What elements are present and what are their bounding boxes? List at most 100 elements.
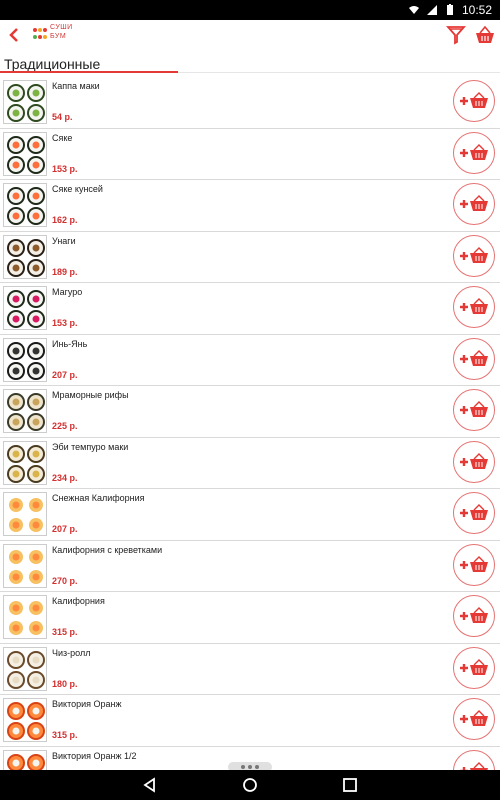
product-row[interactable]: Чиз-ролл 180 р. <box>0 644 500 695</box>
add-to-cart-icon <box>460 298 488 314</box>
product-image <box>3 337 47 382</box>
product-row[interactable]: Калифорния с креветками 270 р. <box>0 541 500 592</box>
status-time: 10:52 <box>461 3 492 17</box>
product-name: Сяке кунсей <box>52 184 103 194</box>
add-to-cart-button[interactable] <box>453 131 495 174</box>
product-image <box>3 543 47 588</box>
add-to-cart-button[interactable] <box>453 440 495 483</box>
product-list: Каппа маки 54 р. Сяке 153 р. Сяке кунсей <box>0 77 500 798</box>
product-image <box>3 492 47 536</box>
product-image <box>3 234 47 279</box>
add-to-cart-icon <box>460 246 488 263</box>
product-image <box>3 183 47 227</box>
add-to-cart-icon <box>460 658 488 675</box>
product-price: 54 р. <box>52 112 73 122</box>
product-row[interactable]: Виктория Оранж 315 р. <box>0 695 500 747</box>
product-price: 270 р. <box>52 575 78 586</box>
product-name: Каппа маки <box>52 81 100 91</box>
product-row[interactable]: Снежная Калифорния 207 р. <box>0 489 500 541</box>
filter-icon <box>446 26 466 45</box>
product-row[interactable]: Мраморные рифы 225 р. <box>0 386 500 438</box>
app-logo: СУШИ БУМ <box>32 24 84 46</box>
add-to-cart-button[interactable] <box>453 234 495 277</box>
product-name: Инь-Янь <box>52 338 88 349</box>
product-price: 315 р. <box>52 730 78 740</box>
add-to-cart-icon <box>460 452 488 469</box>
product-name: Калифорния <box>52 596 105 606</box>
navigation-bar <box>0 770 500 800</box>
product-price: 162 р. <box>52 215 78 225</box>
product-name: Мраморные рифы <box>52 390 129 400</box>
product-name: Виктория Оранж <box>52 699 122 709</box>
product-image <box>3 286 47 330</box>
add-to-cart-button[interactable] <box>453 543 495 586</box>
back-button[interactable] <box>4 22 24 48</box>
product-name: Чиз-ролл <box>52 647 91 658</box>
product-price: 207 р. <box>52 524 78 534</box>
add-to-cart-icon <box>460 710 488 726</box>
product-row[interactable]: Эби темпуро маки 234 р. <box>0 438 500 489</box>
add-to-cart-button[interactable] <box>453 286 495 328</box>
product-name: Магуро <box>52 287 83 297</box>
nav-home-icon[interactable] <box>241 776 259 794</box>
add-to-cart-button[interactable] <box>453 646 495 689</box>
section-active-indicator <box>0 71 178 73</box>
cart-button[interactable] <box>474 24 496 46</box>
add-to-cart-button[interactable] <box>453 595 495 637</box>
add-to-cart-button[interactable] <box>453 389 495 431</box>
filter-button[interactable] <box>446 24 466 46</box>
add-to-cart-icon <box>460 143 488 160</box>
add-to-cart-button[interactable] <box>453 337 495 380</box>
wifi-icon <box>408 6 419 14</box>
product-price: 315 р. <box>52 627 78 637</box>
add-to-cart-icon <box>460 607 488 623</box>
product-row[interactable]: Унаги 189 р. <box>0 232 500 283</box>
product-row[interactable]: Магуро 153 р. <box>0 283 500 335</box>
add-to-cart-icon <box>460 92 488 108</box>
product-row[interactable]: Сяке 153 р. <box>0 129 500 180</box>
status-icons: 10:52 <box>408 2 492 18</box>
product-row[interactable]: Сяке кунсей 162 р. <box>0 180 500 232</box>
signal-icon <box>426 5 437 15</box>
dot-icon <box>241 765 245 769</box>
nav-back-icon[interactable] <box>141 776 159 794</box>
product-price: 153 р. <box>52 318 78 328</box>
chevron-left-icon <box>9 28 18 42</box>
product-name: Унаги <box>52 235 76 246</box>
product-image <box>3 80 47 124</box>
app-bar: СУШИ БУМ <box>0 20 500 54</box>
product-price: 153 р. <box>52 163 78 174</box>
logo-text-bottom: БУМ <box>50 33 67 40</box>
status-bar: 10:52 <box>0 0 500 20</box>
product-name: Эби темпуро маки <box>52 441 129 452</box>
product-row[interactable]: Калифорния 315 р. <box>0 592 500 644</box>
product-price: 225 р. <box>52 421 78 431</box>
product-name: Калифорния с креветками <box>52 544 163 555</box>
battery-icon <box>446 4 453 15</box>
product-image <box>3 698 47 742</box>
add-to-cart-button[interactable] <box>453 698 495 740</box>
add-to-cart-icon <box>460 349 488 366</box>
product-image <box>3 131 47 176</box>
product-name: Снежная Калифорния <box>52 493 145 503</box>
product-price: 189 р. <box>52 266 78 277</box>
product-name: Сяке <box>52 132 73 143</box>
product-image <box>3 389 47 433</box>
add-to-cart-button[interactable] <box>453 183 495 225</box>
section-title[interactable]: Традиционные <box>4 56 100 72</box>
add-to-cart-button[interactable] <box>453 492 495 534</box>
product-name: Виктория Оранж 1/2 <box>52 750 137 761</box>
nav-recents-icon[interactable] <box>341 776 359 794</box>
product-image <box>3 440 47 485</box>
add-to-cart-button[interactable] <box>453 80 495 122</box>
dot-icon <box>255 765 259 769</box>
product-image <box>3 646 47 691</box>
logo-text-top: СУШИ <box>50 24 73 31</box>
add-to-cart-icon <box>460 504 488 520</box>
add-to-cart-icon <box>460 401 488 417</box>
dot-icon <box>248 765 252 769</box>
product-row[interactable]: Каппа маки 54 р. <box>0 77 500 129</box>
cart-icon <box>476 25 494 43</box>
product-image <box>3 595 47 639</box>
product-row[interactable]: Инь-Янь 207 р. <box>0 335 500 386</box>
